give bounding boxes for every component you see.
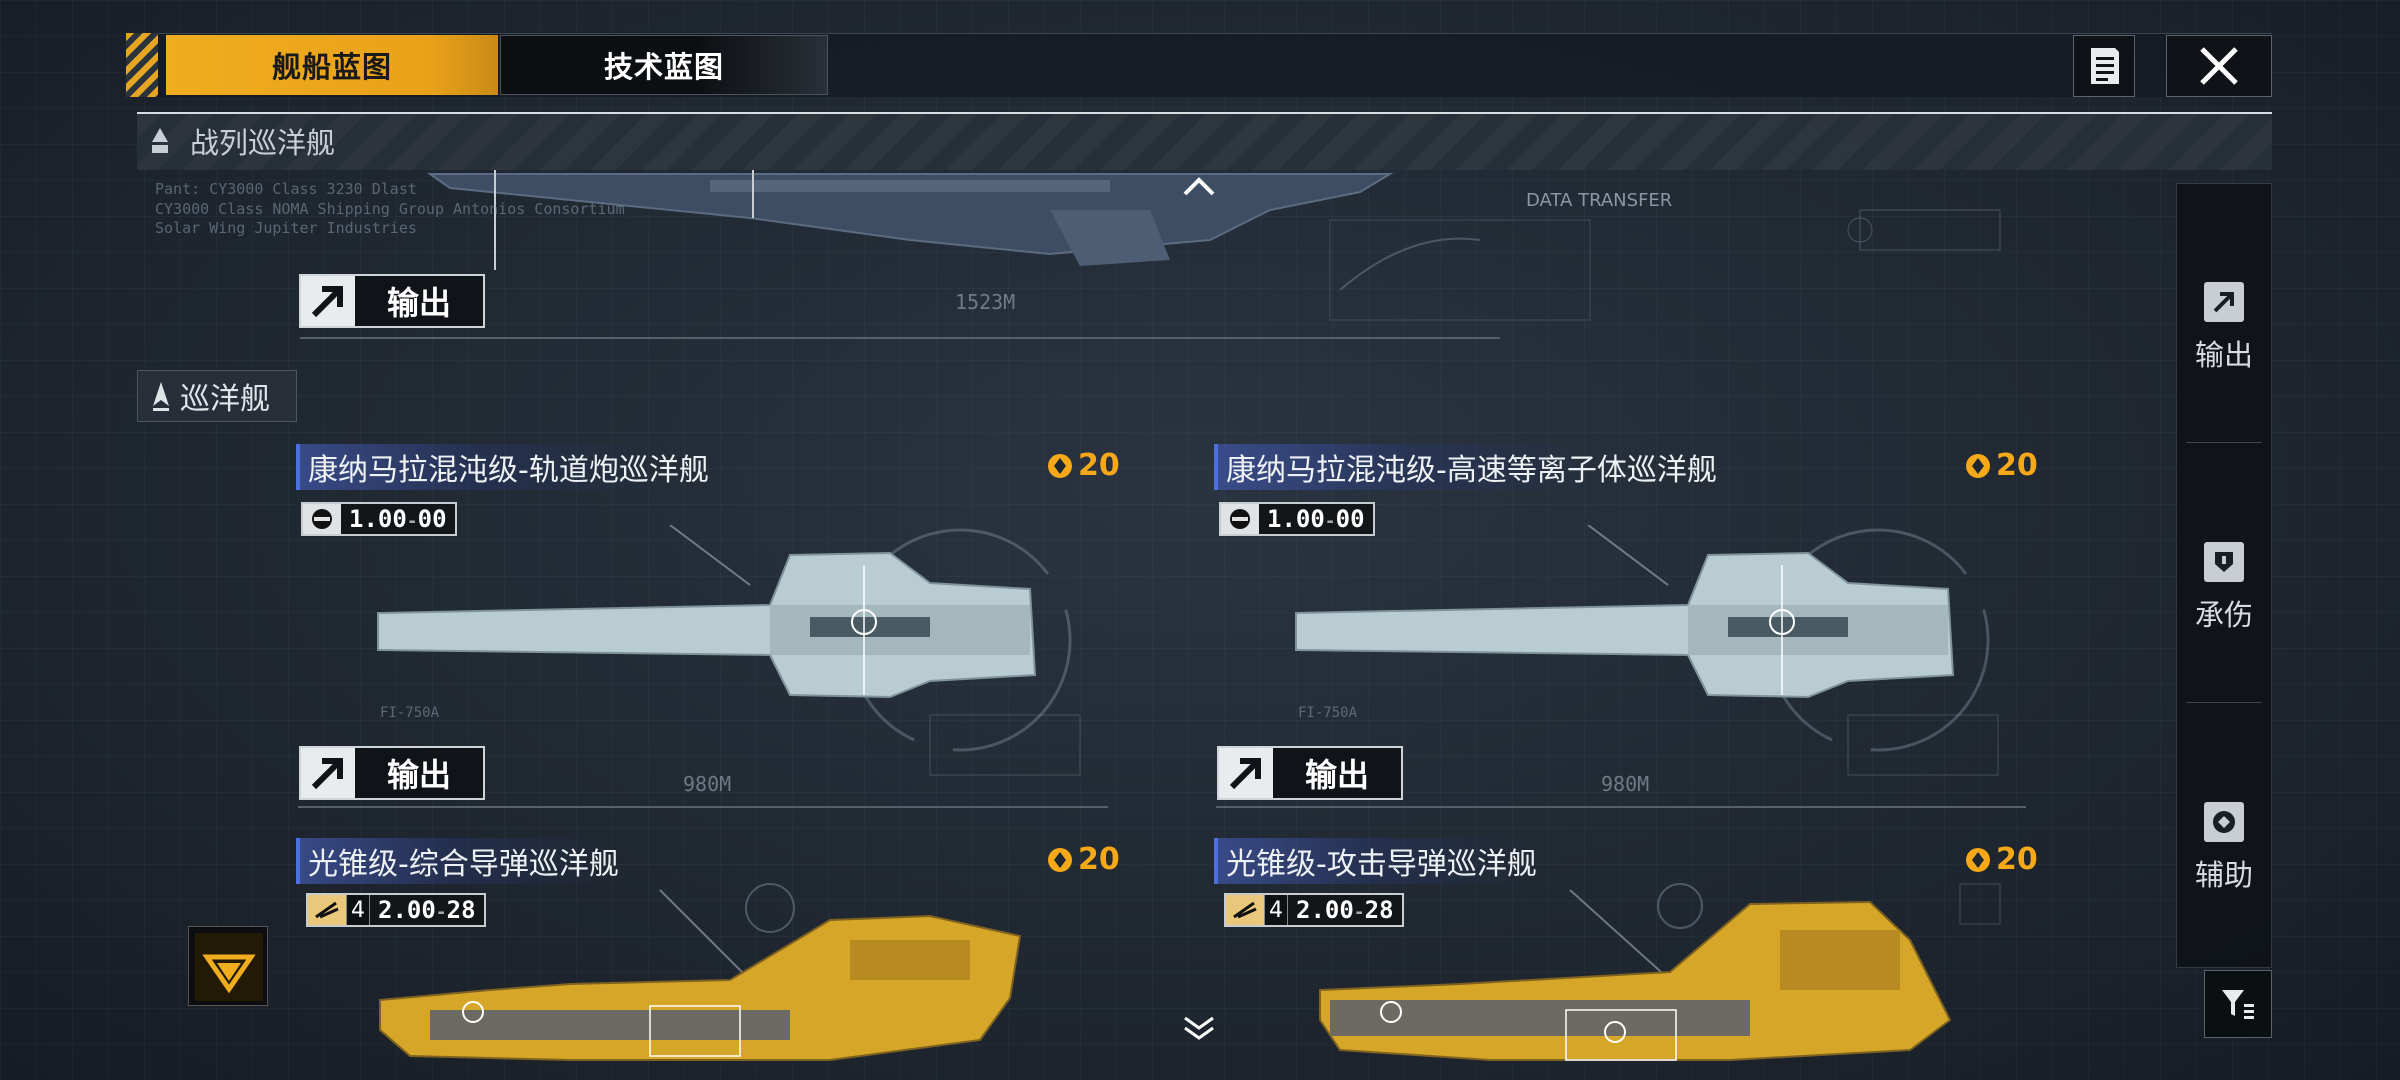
output-arrow-icon [311, 758, 343, 790]
tab-tech-blueprint[interactable]: 技术蓝图 [500, 35, 828, 95]
output-arrow-icon [1229, 758, 1261, 790]
missile-badge-icon [315, 901, 339, 919]
fleet-emblem-button[interactable] [188, 926, 268, 1006]
ship-card[interactable]: 康纳马拉混沌级-轨道炮巡洋舰 [296, 444, 1116, 490]
ship-length: 980M [683, 772, 732, 796]
top-ship-length: 1523M [955, 290, 1016, 314]
ship-card[interactable]: 康纳马拉混沌级-高速等离子体巡洋舰 [1214, 444, 2034, 490]
ship-card-title: 康纳马拉混沌级-轨道炮巡洋舰 [296, 444, 896, 490]
hazard-stripe [126, 33, 158, 97]
ship-card[interactable]: 光锥级-攻击导弹巡洋舰 [1214, 838, 2034, 884]
output-icon [2213, 292, 2234, 313]
top-ship-output-button[interactable]: 输出 [299, 274, 485, 328]
cost-icon [1966, 453, 1990, 478]
output-label: 输出 [386, 284, 451, 322]
tab-ship-blueprint[interactable]: 舰船蓝图 [166, 35, 498, 95]
ship-card-title: 康纳马拉混沌级-高速等离子体巡洋舰 [1214, 444, 1854, 490]
cruiser-icon [153, 382, 169, 411]
list-button[interactable] [2073, 35, 2135, 97]
weapon-code: FI-750A [380, 705, 440, 721]
scroll-up-icon[interactable] [1182, 176, 1216, 196]
output-label: 输出 [1304, 756, 1369, 794]
ship-cost: 20 [1046, 448, 1120, 483]
section-header [137, 112, 2272, 170]
top-ship-caption: Pant: CY3000 Class 3230 Dlast CY3000 Cla… [155, 180, 625, 237]
blueprint-badge-icon [1230, 509, 1250, 529]
ship-card-title: 光锥级-攻击导弹巡洋舰 [1214, 838, 1734, 884]
missile-badge-icon [1233, 901, 1257, 919]
scroll-down-icon[interactable] [1182, 1014, 1216, 1042]
role-filter-tank[interactable]: 承伤 [2176, 542, 2272, 634]
blueprint-badge-icon [312, 509, 332, 529]
filter-icon [2222, 990, 2254, 1019]
close-icon [2200, 47, 2238, 85]
ship-output-button[interactable]: 输出 [299, 746, 485, 800]
ship-card[interactable]: 光锥级-综合导弹巡洋舰 [296, 838, 1116, 884]
role-filter-output[interactable]: 输出 [2176, 282, 2272, 374]
card-axis [298, 806, 1108, 808]
ship-length: 980M [1601, 772, 1650, 796]
list-icon [2091, 48, 2119, 84]
output-arrow-icon [311, 286, 343, 318]
output-label: 输出 [386, 756, 451, 794]
cost-icon [1048, 453, 1072, 478]
role-filter-label: 承伤 [2194, 598, 2253, 632]
support-icon [2213, 811, 2235, 833]
ship-card-title: 光锥级-综合导弹巡洋舰 [296, 838, 816, 884]
filter-button[interactable] [2204, 970, 2272, 1038]
attack-missile-cruiser-blueprint [1319, 883, 2001, 1061]
section-title: 战列巡洋舰 [190, 126, 336, 160]
cruiser-section-title: 巡洋舰 [180, 382, 270, 417]
shield-icon [2215, 552, 2233, 572]
battlecruiser-icon [152, 128, 168, 153]
panel-divider [2186, 442, 2262, 443]
role-filter-support[interactable]: 辅助 [2176, 802, 2272, 894]
cost-icon [1966, 847, 1990, 872]
data-transfer-label: DATA TRANSFER [1526, 190, 1673, 211]
ship-cost: 20 [1964, 448, 2038, 483]
card-axis [1216, 806, 2026, 808]
close-button[interactable] [2166, 35, 2272, 97]
ship-cost: 20 [1964, 842, 2038, 877]
role-filter-label: 辅助 [2194, 858, 2253, 892]
cost-icon [1048, 847, 1072, 872]
weapon-code: FI-750A [1298, 705, 1358, 721]
role-filter-label: 输出 [2194, 338, 2253, 372]
cruiser-section-header: 巡洋舰 [137, 370, 297, 422]
panel-divider [2186, 702, 2262, 703]
missile-cruiser-blueprint [379, 883, 1022, 1061]
emblem-icon [195, 933, 263, 1001]
ship-output-button[interactable]: 输出 [1217, 746, 1403, 800]
ship-cost: 20 [1046, 842, 1120, 877]
